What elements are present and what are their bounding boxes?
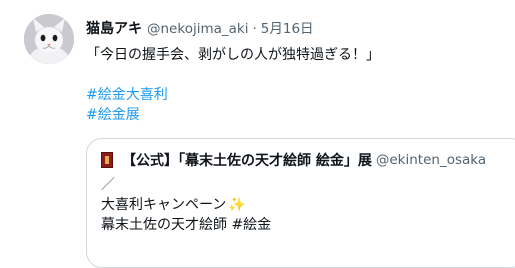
sparkle-icon: ✨	[228, 197, 246, 213]
quoted-campaign-label: 大喜利キャンペーン	[101, 197, 227, 213]
shrine-flag-icon	[101, 152, 113, 168]
quoted-user-handle: @ekinten_osaka	[375, 152, 487, 168]
quoted-text-title: 幕末土佐の天才絵師 #絵金	[101, 214, 271, 234]
tweet: 猫島アキ @nekojima_aki · 5月16日 「今日の握手会、剥がしの人…	[0, 0, 515, 268]
quoted-text-campaign: 大喜利キャンペーン ✨	[101, 194, 246, 214]
display-name[interactable]: 猫島アキ	[86, 18, 142, 38]
quoted-title-text: 幕末土佐の天才絵師	[101, 217, 232, 233]
quoted-text-slash: ／	[101, 177, 115, 193]
tweet-text: 「今日の握手会、剥がしの人が独特過ぎる！」	[86, 47, 380, 63]
separator-dot: ·	[252, 21, 257, 37]
hashtag-link-ogiri[interactable]: #絵金大喜利	[86, 84, 168, 104]
hashtag-link-exhibition[interactable]: #絵金展	[86, 104, 140, 124]
quoted-hashtag: #絵金	[231, 217, 272, 233]
quoted-tweet[interactable]: 【公式】「幕末土佐の天才絵師 絵金」展 @ekinten_osaka ／ 大喜利…	[86, 138, 515, 268]
tweet-date[interactable]: 5月16日	[261, 17, 314, 37]
cat-avatar-icon	[24, 14, 74, 64]
tweet-header: 猫島アキ @nekojima_aki · 5月16日	[86, 17, 314, 37]
quoted-display-name: 【公式】「幕末土佐の天才絵師 絵金」展	[122, 153, 372, 169]
user-handle[interactable]: @nekojima_aki	[147, 21, 248, 37]
avatar[interactable]	[24, 14, 74, 64]
quoted-tweet-header: 【公式】「幕末土佐の天才絵師 絵金」展 @ekinten_osaka	[101, 150, 486, 170]
